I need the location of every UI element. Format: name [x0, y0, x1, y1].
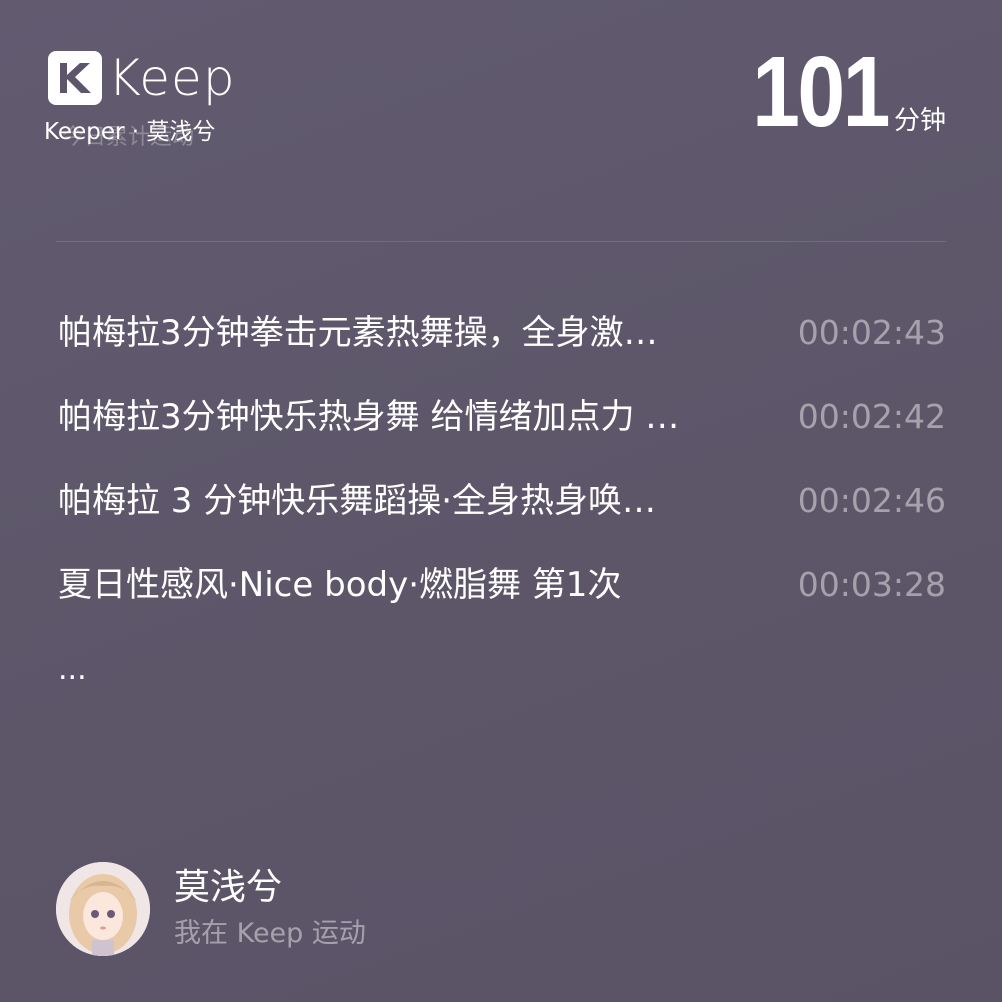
workout-duration: 00:02:46: [797, 481, 946, 520]
workout-duration: 00:02:42: [797, 397, 946, 436]
keep-logo-text: Keep: [108, 49, 236, 107]
workout-title: 帕梅拉3分钟快乐热身舞 给情绪加点力 …: [58, 397, 680, 437]
workout-row[interactable]: 夏日性感风·Nice body·燃脂舞 第1次 00:03:28: [58, 559, 946, 643]
workout-duration: 00:02:43: [797, 313, 946, 352]
workout-list: 帕梅拉3分钟拳击元素热舞操，全身激… 00:02:43 帕梅拉3分钟快乐热身舞 …: [58, 307, 946, 643]
total-duration-unit: 分钟: [893, 106, 946, 136]
user-caption: 我在 Keep 运动: [174, 918, 366, 949]
workout-title: 夏日性感风·Nice body·燃脂舞 第1次: [58, 565, 622, 605]
workout-row[interactable]: 帕梅拉 3 分钟快乐舞蹈操·全身热身唤… 00:02:46: [58, 475, 946, 559]
keep-logo-icon: [48, 51, 102, 105]
user-card: 莫浅兮 我在 Keep 运动: [56, 862, 366, 956]
workout-duration: 00:03:28: [797, 565, 946, 604]
total-duration-value: 101: [752, 36, 890, 148]
workout-title: 帕梅拉 3 分钟快乐舞蹈操·全身热身唤…: [58, 481, 657, 521]
more-indicator: ...: [58, 652, 87, 687]
keep-logo: Keep: [48, 48, 236, 108]
total-duration: 101 分钟: [730, 36, 946, 148]
workout-row[interactable]: 帕梅拉3分钟快乐热身舞 给情绪加点力 … 00:02:42: [58, 391, 946, 475]
user-info: 莫浅兮 我在 Keep 运动: [174, 866, 366, 952]
user-name: 莫浅兮: [174, 867, 283, 908]
keeper-subtitle: Keeper · 莫浅兮: [44, 119, 216, 145]
divider: [56, 241, 946, 242]
avatar: [56, 862, 150, 956]
workout-row[interactable]: 帕梅拉3分钟拳击元素热舞操，全身激… 00:02:43: [58, 307, 946, 391]
workout-title: 帕梅拉3分钟拳击元素热舞操，全身激…: [58, 313, 658, 353]
